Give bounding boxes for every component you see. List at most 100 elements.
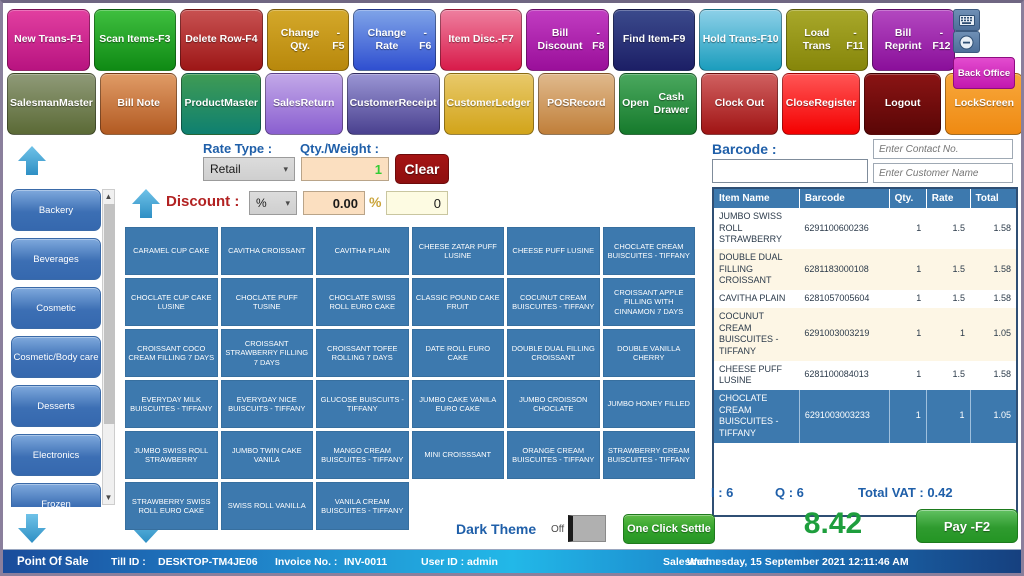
cell-total: 1.58: [970, 208, 1016, 250]
product-button[interactable]: CHOCLATE SWISS ROLL EURO CAKE: [316, 278, 409, 326]
contact-number-input[interactable]: [873, 139, 1013, 159]
product-label: CARAMEL CUP CAKE: [133, 246, 210, 256]
column-header: Qty.: [889, 189, 927, 208]
discount-percent-input[interactable]: 0.00: [303, 191, 365, 215]
scrollbar-down-icon[interactable]: ▼: [103, 491, 114, 504]
category-button[interactable]: Cosmetic: [11, 287, 101, 329]
scrollbar-up-icon[interactable]: ▲: [103, 190, 114, 203]
product-button[interactable]: CHOCLATE CUP CAKE LUSINE: [125, 278, 218, 326]
cell-total: 1.58: [970, 290, 1016, 308]
product-button[interactable]: SWISS ROLL VANILLA: [220, 482, 313, 530]
product-button[interactable]: ORANGE CREAM BUISCUITES - TIFFANY: [507, 431, 600, 479]
chevron-down-icon: ▾: [283, 163, 288, 174]
table-row[interactable]: JUMBO SWISS ROLL STRAWBERRY 6291100600236…: [714, 208, 1016, 250]
product-button[interactable]: EVERYDAY NICE BUISCUITS - TIFFANY: [220, 380, 313, 428]
customer-name-input[interactable]: [873, 163, 1013, 183]
table-row[interactable]: CHOCLATE CREAM BUISCUITES - TIFFANY 62910…: [714, 389, 1016, 443]
function-button-secondary-3[interactable]: Product Master: [181, 73, 261, 135]
pay-button[interactable]: Pay -F2: [916, 509, 1018, 543]
product-button[interactable]: CHOCLATE PUFF TUSINE: [220, 278, 313, 326]
minimize-icon[interactable]: [953, 31, 980, 53]
product-button[interactable]: CROISSANT APPLE FILLING WITH CINNAMON 7 …: [602, 278, 695, 326]
product-button[interactable]: MINI CROISSSANT: [411, 431, 504, 479]
function-button-secondary-11[interactable]: Logout: [863, 73, 942, 135]
category-scrollbar[interactable]: ▲ ▼: [102, 189, 115, 505]
product-button[interactable]: EVERYDAY MILK BUISCUITES - TIFFANY: [125, 380, 218, 428]
table-row[interactable]: CAVITHA PLAIN 6281057005604 1 1.5 1.58: [714, 290, 1016, 308]
button-label-bottom: -F6: [419, 26, 432, 52]
product-button[interactable]: JUMBO TWIN CAKE VANILA: [220, 431, 313, 479]
category-button[interactable]: Cosmetic/Body care: [11, 336, 101, 378]
clear-button[interactable]: Clear: [395, 154, 449, 184]
product-button[interactable]: DOUBLE DUAL FILLING CROISSANT: [507, 329, 600, 377]
product-button[interactable]: CROISSANT TOFEE ROLLING 7 DAYS: [316, 329, 409, 377]
function-button-secondary-9[interactable]: Clock Out: [700, 73, 779, 135]
category-button[interactable]: Frozen: [11, 483, 101, 507]
function-button-secondary-5[interactable]: Customer Receipt: [346, 73, 440, 135]
qty-weight-input[interactable]: 1: [301, 157, 389, 181]
product-button[interactable]: MANGO CREAM BUISCUITES - TIFFANY: [316, 431, 409, 479]
discount-type-select[interactable]: % ▾: [249, 191, 297, 215]
rate-type-select[interactable]: Retail ▾: [203, 157, 295, 181]
function-button-secondary-2[interactable]: Bill Note: [99, 73, 178, 135]
function-button-secondary-8[interactable]: Open Cash Drawer: [619, 73, 697, 135]
function-button-secondary-7[interactable]: POS Record: [537, 73, 616, 135]
product-button[interactable]: CLASSIC POUND CAKE FRUIT: [411, 278, 504, 326]
product-button[interactable]: CROISSANT STRAWBERRY FILLING 7 DAYS: [220, 329, 313, 377]
function-button-1[interactable]: New Trans -F1: [7, 9, 90, 71]
category-button[interactable]: Electronics: [11, 434, 101, 476]
product-button[interactable]: STRAWBERRY SWISS ROLL EURO CAKE: [125, 482, 218, 530]
product-button[interactable]: CHOCLATE CREAM BUISCUITES - TIFFANY: [602, 227, 695, 275]
function-button-secondary-6[interactable]: Customer Ledger: [443, 73, 534, 135]
category-scroll-up-arrow[interactable]: [15, 144, 49, 178]
function-button-6[interactable]: Item Disc. -F7: [439, 9, 523, 71]
cell-rate: 1.5: [926, 360, 971, 390]
product-scroll-up-arrow[interactable]: [129, 187, 163, 221]
table-row[interactable]: DOUBLE DUAL FILLING CROISSANT 62811830001…: [714, 249, 1016, 291]
function-button-4[interactable]: Change Qty. -F5: [266, 9, 350, 71]
function-button-2[interactable]: Scan Items -F3: [93, 9, 177, 71]
product-button[interactable]: STRAWBERRY CREAM BUISCUITES - TIFFANY: [602, 431, 695, 479]
table-row[interactable]: COCUNUT CREAM BUISCUITES - TIFFANY 629100…: [714, 307, 1016, 361]
function-button-secondary-1[interactable]: Salesman Master: [7, 73, 96, 135]
barcode-input[interactable]: [712, 159, 868, 183]
function-button-10[interactable]: Load Trans -F11: [785, 9, 869, 71]
function-button-secondary-4[interactable]: Sales Return: [265, 73, 343, 135]
function-button-8[interactable]: Find Item -F9: [612, 9, 696, 71]
product-button[interactable]: VANILA CREAM BUISCUITES - TIFFANY: [316, 482, 409, 530]
dark-theme-toggle[interactable]: [568, 515, 606, 542]
product-button[interactable]: CHEESE ZATAR PUFF LUSINE: [411, 227, 504, 275]
product-button[interactable]: DATE ROLL EURO CAKE: [411, 329, 504, 377]
function-button-7[interactable]: Bill Discount -F8: [526, 9, 609, 71]
keyboard-icon[interactable]: [953, 9, 980, 31]
function-button-9[interactable]: Hold Trans -F10: [699, 9, 782, 71]
scrollbar-thumb[interactable]: [104, 204, 115, 424]
one-click-settle-button[interactable]: One Click Settle: [623, 514, 715, 544]
product-button[interactable]: JUMBO HONEY FILLED: [602, 380, 695, 428]
product-label: GLUCOSE BUISCUITS - TIFFANY: [320, 394, 404, 413]
product-button[interactable]: CAVITHA PLAIN: [316, 227, 409, 275]
function-button-11[interactable]: Bill Reprint -F12: [872, 9, 956, 71]
table-row[interactable]: CHEESE PUFF LUSINE 6281100084013 1 1.5 1.58: [714, 360, 1016, 390]
product-button[interactable]: GLUCOSE BUISCUITS - TIFFANY: [316, 380, 409, 428]
back-office-button[interactable]: Back Office: [953, 57, 1015, 89]
function-button-5[interactable]: Change Rate -F6: [353, 9, 436, 71]
category-scroll-down-arrow[interactable]: [15, 511, 49, 545]
function-button-3[interactable]: Delete Row -F4: [180, 9, 263, 71]
product-button[interactable]: CHEESE PUFF LUSINE: [507, 227, 600, 275]
category-button[interactable]: Backery: [11, 189, 101, 231]
cart-table-container[interactable]: Item Name Barcode Qty. Rate Total JUMBO SWIS…: [712, 187, 1018, 517]
category-button[interactable]: Beverages: [11, 238, 101, 280]
product-button[interactable]: CAVITHA CROISSANT: [220, 227, 313, 275]
product-button[interactable]: COCUNUT CREAM BUISCUITES - TIFFANY: [507, 278, 600, 326]
discount-amount-input[interactable]: 0: [386, 191, 448, 215]
product-button[interactable]: DOUBLE VANILLA CHERRY: [602, 329, 695, 377]
category-button[interactable]: Desserts: [11, 385, 101, 427]
product-button[interactable]: CROISSANT COCO CREAM FILLING 7 DAYS: [125, 329, 218, 377]
product-button[interactable]: JUMBO CROISSON CHOCLATE: [507, 380, 600, 428]
product-button[interactable]: CARAMEL CUP CAKE: [125, 227, 218, 275]
product-button[interactable]: JUMBO SWISS ROLL STRAWBERRY: [125, 431, 218, 479]
button-label-bottom: -F10: [756, 33, 779, 46]
product-button[interactable]: JUMBO CAKE VANILA EURO CAKE: [411, 380, 504, 428]
function-button-secondary-10[interactable]: Close Register: [782, 73, 860, 135]
